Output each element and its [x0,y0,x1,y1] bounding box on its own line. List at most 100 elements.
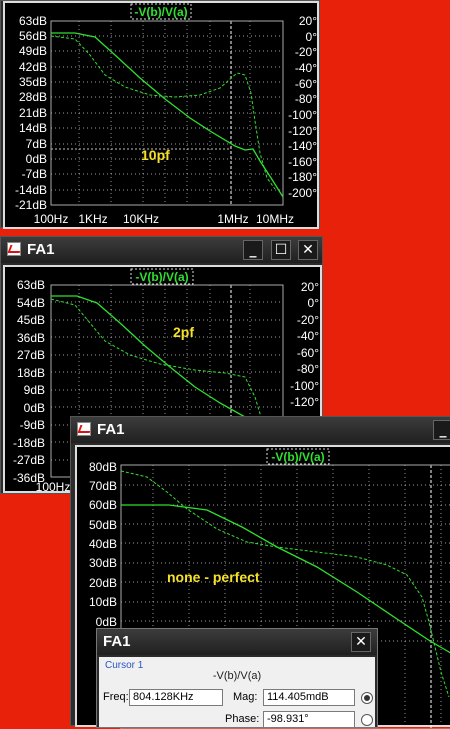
svg-text:-100°: -100° [288,108,317,122]
trace-title: -V(b)/V(a) [135,270,188,284]
waveform-icon [77,422,91,436]
svg-text:-14dB: -14dB [15,183,47,197]
svg-text:21dB: 21dB [19,106,47,120]
svg-text:-21dB: -21dB [15,198,47,212]
mag-radio-button[interactable] [361,692,373,704]
cursor-dialog-title: FA1 [103,633,131,650]
trace-title: -V(b)/V(a) [271,450,324,464]
svg-text:0dB: 0dB [96,615,117,629]
svg-text:-120°: -120° [288,124,317,138]
svg-text:-40°: -40° [297,329,319,343]
svg-text:10MHz: 10MHz [256,212,294,226]
close-button[interactable]: ✕ [351,632,371,652]
svg-text:27dB: 27dB [17,348,45,362]
svg-text:-7dB: -7dB [22,167,47,181]
svg-text:20°: 20° [301,280,319,294]
svg-text:50dB: 50dB [89,518,117,532]
phase-trace [50,298,262,418]
y-axis-left-labels: 80dB 70dB 60dB 50dB 40dB 30dB 20dB 10dB … [89,460,117,629]
y-axis-left-labels: 63dB 54dB 45dB 36dB 27dB 18dB 9dB 0dB -9… [13,278,45,485]
x-axis-labels: 100Hz [36,480,71,494]
plot-window-10pf: -V(b)/V(a) 10pf 63dB 56dB 49dB 42dB 35dB… [0,0,320,229]
svg-text:-180°: -180° [288,170,317,184]
svg-text:60dB: 60dB [89,498,117,512]
mag-field[interactable]: 114.405mdB [263,689,355,706]
svg-text:18dB: 18dB [17,366,45,380]
svg-text:-20°: -20° [295,45,317,59]
y-axis-right-labels: 20° 0° -20° -40° -60° -80° -100° -120° -… [288,14,317,200]
svg-text:100Hz: 100Hz [36,480,71,494]
maximize-button[interactable]: ☐ [271,240,291,260]
svg-text:35dB: 35dB [19,75,47,89]
phase-radio-button[interactable] [361,714,373,726]
magnitude-trace [51,32,284,198]
svg-text:-60°: -60° [297,346,319,360]
freq-label: Freq: [103,691,129,703]
plot-pane-10pf[interactable]: -V(b)/V(a) 10pf 63dB 56dB 49dB 42dB 35dB… [3,1,319,229]
svg-text:80dB: 80dB [89,460,117,474]
svg-text:0dB: 0dB [24,401,45,415]
cursor-dialog-title-bar[interactable]: FA1 ✕ [97,629,377,655]
svg-text:-60°: -60° [295,77,317,91]
cursor-dialog: FA1 ✕ Cursor 1 -V(b)/V(a) Freq: 804.128K… [96,628,378,728]
svg-text:-27dB: -27dB [13,453,45,467]
svg-text:1KHz: 1KHz [78,212,107,226]
x-axis-labels: 100Hz 1KHz 10KHz 1MHz 10MHz [34,212,294,226]
waveform-icon [7,242,21,256]
svg-text:20dB: 20dB [89,576,117,590]
svg-text:-200°: -200° [288,186,317,200]
svg-text:49dB: 49dB [19,44,47,58]
title-bar[interactable]: FA1 _ [71,417,450,443]
svg-text:0°: 0° [308,296,320,310]
svg-text:70dB: 70dB [89,479,117,493]
svg-text:7dB: 7dB [26,137,47,151]
svg-text:28dB: 28dB [19,90,47,104]
svg-text:45dB: 45dB [17,313,45,327]
svg-text:-160°: -160° [288,155,317,169]
svg-text:-100°: -100° [290,379,319,393]
svg-text:10dB: 10dB [89,595,117,609]
svg-text:-80°: -80° [297,362,319,376]
phase-trace [50,35,276,190]
minimize-button[interactable]: _ [433,420,450,440]
close-button[interactable]: ✕ [298,240,318,260]
svg-text:-80°: -80° [295,92,317,106]
svg-text:1MHz: 1MHz [217,212,248,226]
svg-text:56dB: 56dB [19,29,47,43]
window-title: FA1 [27,241,55,258]
svg-text:-18dB: -18dB [13,436,45,450]
svg-text:-20°: -20° [297,313,319,327]
window-title: FA1 [97,421,125,438]
trace-title: -V(b)/V(a) [134,5,187,19]
svg-text:9dB: 9dB [24,383,45,397]
svg-text:63dB: 63dB [17,278,45,292]
svg-text:40dB: 40dB [89,537,117,551]
capacitance-label: 2pf [173,324,194,340]
freq-field[interactable]: 804.128KHz [129,689,223,706]
title-bar[interactable]: FA1 _ ☐ ✕ [1,237,322,263]
minimize-button[interactable]: _ [243,240,263,260]
svg-text:63dB: 63dB [19,14,47,28]
mag-label: Mag: [233,691,258,703]
svg-text:-9dB: -9dB [20,418,45,432]
y-axis-right-labels: 20° 0° -20° -40° -60° -80° -100° -120° [290,280,319,409]
svg-text:0dB: 0dB [26,152,47,166]
svg-text:-140°: -140° [288,139,317,153]
svg-text:54dB: 54dB [17,296,45,310]
svg-text:30dB: 30dB [89,556,117,570]
y-axis-left-labels: 63dB 56dB 49dB 42dB 35dB 28dB 21dB 14dB … [15,14,47,212]
capacitance-label: none - perfect [167,569,260,585]
svg-text:-40°: -40° [295,61,317,75]
cursor-function: -V(b)/V(a) [212,670,262,682]
svg-text:10KHz: 10KHz [123,212,159,226]
svg-text:42dB: 42dB [19,60,47,74]
magnitude-trace [51,295,266,428]
svg-text:-120°: -120° [290,395,319,409]
phase-label: Phase: [225,713,260,725]
svg-text:20°: 20° [299,14,317,28]
svg-text:14dB: 14dB [19,121,47,135]
svg-text:0°: 0° [306,30,318,44]
cursor-panel: Cursor 1 -V(b)/V(a) Freq: 804.128KHz Mag… [99,657,375,728]
plot-10pf: -V(b)/V(a) 10pf 63dB 56dB 49dB 42dB 35dB… [15,3,317,226]
svg-text:36dB: 36dB [17,331,45,345]
